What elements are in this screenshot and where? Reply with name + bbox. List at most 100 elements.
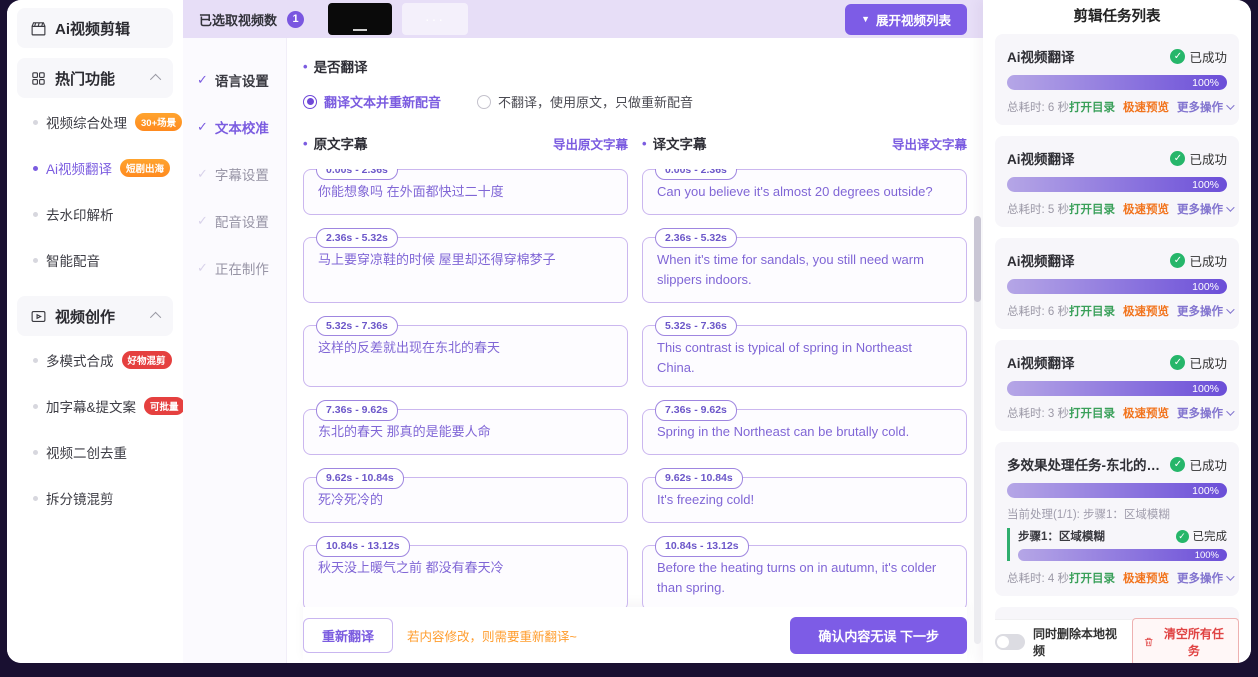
task-name: Ai视频翻译 xyxy=(1007,250,1170,270)
item-label: 去水印解析 xyxy=(46,204,114,224)
subtitle-text: 这样的反差就出现在东北的春天 xyxy=(318,340,500,355)
step-dubbing-settings[interactable]: ✓ 配音设置 xyxy=(197,211,286,231)
steps-rail: ✓ 语言设置 ✓ 文本校准 ✓ 字幕设置 ✓ 配音设置 ✓ 正在制作 xyxy=(183,38,287,663)
sidebar-item-storyboard-mix[interactable]: 拆分镜混剪 xyxy=(17,488,173,508)
retranslate-hint: 若内容修改，则需要重新翻译~ xyxy=(407,626,577,645)
time-range-badge: 7.36s - 9.62s xyxy=(316,400,398,420)
task-list-title: 剪辑任务列表 xyxy=(995,0,1239,34)
more-operations-link[interactable]: 更多操作 xyxy=(1177,99,1232,115)
task-duration: 总耗时: 6 秒 xyxy=(1007,303,1069,319)
time-range-badge: 5.32s - 7.36s xyxy=(655,316,737,336)
source-subtitle-card[interactable]: 2.36s - 5.32s 马上要穿凉鞋的时候 屋里却还得穿棉梦子 xyxy=(303,237,628,303)
step-label: 文本校准 xyxy=(215,117,269,137)
target-subtitle-card[interactable]: 9.62s - 10.84s It's freezing cold! xyxy=(642,477,967,523)
sidebar-group-video-creation[interactable]: 视频创作 xyxy=(17,296,173,336)
task-status: ✓ 已成功 xyxy=(1170,455,1227,474)
success-check-icon: ✓ xyxy=(1176,530,1189,543)
item-dot xyxy=(33,166,38,171)
target-subtitle-card[interactable]: 2.36s - 5.32s When it's time for sandals… xyxy=(642,237,967,303)
chevron-down-icon xyxy=(1226,572,1234,580)
more-operations-link[interactable]: 更多操作 xyxy=(1177,201,1232,217)
sidebar-app-title[interactable]: Ai视频剪辑 xyxy=(17,8,173,48)
subtitle-headers: • 原文字幕 导出原文字幕 • 译文字幕 导出译文字幕 xyxy=(303,133,967,153)
subtitle-scrollbar-thumb[interactable] xyxy=(974,216,981,302)
more-videos-placeholder[interactable]: ··· xyxy=(402,3,468,35)
chevron-down-icon xyxy=(1226,101,1234,109)
source-subtitle-card[interactable]: 5.32s - 7.36s 这样的反差就出现在东北的春天 xyxy=(303,325,628,387)
sidebar-group-hot-functions[interactable]: 热门功能 xyxy=(17,58,173,98)
step-language-settings[interactable]: ✓ 语言设置 xyxy=(197,70,286,90)
step-subtitle-settings[interactable]: ✓ 字幕设置 xyxy=(197,164,286,184)
success-check-icon: ✓ xyxy=(1170,457,1185,472)
radio-no-translate[interactable]: 不翻译，使用原文，只做重新配音 xyxy=(477,92,693,111)
quick-preview-link[interactable]: 极速预览 xyxy=(1123,303,1169,319)
source-subtitle-card[interactable]: 0.00s - 2.36s 你能想象吗 在外面都快过二十度 xyxy=(303,169,628,215)
sidebar-item-watermark-removal[interactable]: 去水印解析 xyxy=(17,204,173,224)
subtitle-text: 秋天没上暖气之前 都没有春天冷 xyxy=(318,560,504,575)
target-subtitle-card[interactable]: 7.36s - 9.62s Spring in the Northeast ca… xyxy=(642,409,967,455)
quick-preview-link[interactable]: 极速预览 xyxy=(1123,570,1169,586)
source-subtitle-card[interactable]: 10.84s - 13.12s 秋天没上暖气之前 都没有春天冷 xyxy=(303,545,628,607)
more-operations-link[interactable]: 更多操作 xyxy=(1177,570,1232,586)
main-area: 已选取视频数 1 ··· ▼ 展开视频列表 ✓ 语言设置 ✓ 文本校准 ✓ xyxy=(183,0,983,663)
sidebar-item-ai-video-translate[interactable]: Ai视频翻译 短剧出海 xyxy=(17,158,173,178)
delete-local-video-label: 同时删除本地视频 xyxy=(1033,625,1124,659)
sidebar-item-add-subtitle-copywriting[interactable]: 加字幕&提文案 可批量 xyxy=(17,396,173,416)
substep-status: ✓ 已完成 xyxy=(1176,528,1228,544)
target-subtitle-card[interactable]: 10.84s - 13.12s Before the heating turns… xyxy=(642,545,967,607)
subtitle-row: 7.36s - 9.62s 东北的春天 那真的是能要人命 7.36s - 9.6… xyxy=(303,409,967,455)
source-subtitle-card[interactable]: 7.36s - 9.62s 东北的春天 那真的是能要人命 xyxy=(303,409,628,455)
step-label: 正在制作 xyxy=(215,258,269,278)
check-icon: ✓ xyxy=(197,166,208,182)
open-directory-link[interactable]: 打开目录 xyxy=(1069,303,1115,319)
group-label: 视频创作 xyxy=(55,306,115,327)
clear-all-tasks-button[interactable]: 清空所有任务 xyxy=(1132,618,1239,664)
item-dot xyxy=(33,358,38,363)
source-subtitle-card[interactable]: 9.62s - 10.84s 死冷死冷的 xyxy=(303,477,628,523)
expand-video-list-button[interactable]: ▼ 展开视频列表 xyxy=(845,4,967,35)
step-text-proofread[interactable]: ✓ 文本校准 xyxy=(197,117,286,137)
target-subtitle-card[interactable]: 5.32s - 7.36s This contrast is typical o… xyxy=(642,325,967,387)
task-name: Ai视频翻译 xyxy=(1007,46,1170,66)
quick-preview-link[interactable]: 极速预览 xyxy=(1123,405,1169,421)
item-badge: 30+场景 xyxy=(135,113,182,131)
time-range-badge: 10.84s - 13.12s xyxy=(316,536,410,556)
delete-local-video-toggle[interactable] xyxy=(995,634,1025,650)
open-directory-link[interactable]: 打开目录 xyxy=(1069,570,1115,586)
sidebar: Ai视频剪辑 热门功能 视频综合处理 30+场景 Ai视频翻译 短剧出海 去水印… xyxy=(7,0,183,663)
sidebar-item-video-dedup[interactable]: 视频二创去重 xyxy=(17,442,173,462)
retranslate-button[interactable]: 重新翻译 xyxy=(303,618,393,653)
subtitle-row: 2.36s - 5.32s 马上要穿凉鞋的时候 屋里却还得穿棉梦子 2.36s … xyxy=(303,237,967,303)
subtitle-row: 5.32s - 7.36s 这样的反差就出现在东北的春天 5.32s - 7.3… xyxy=(303,325,967,387)
target-subtitle-card[interactable]: 0.00s - 2.36s Can you believe it's almos… xyxy=(642,169,967,215)
open-directory-link[interactable]: 打开目录 xyxy=(1069,99,1115,115)
export-target-link[interactable]: 导出译文字幕 xyxy=(892,134,967,153)
task-card-multi-effect: 多效果处理任务-东北的春天... ✓ 已成功 100% 当前处理(1/1): 步… xyxy=(995,442,1239,596)
time-range-badge: 10.84s - 13.12s xyxy=(655,536,749,556)
more-operations-link[interactable]: 更多操作 xyxy=(1177,405,1232,421)
subtitle-text: 东北的春天 那真的是能要人命 xyxy=(318,424,491,439)
task-duration: 总耗时: 5 秒 xyxy=(1007,201,1069,217)
quick-preview-link[interactable]: 极速预览 xyxy=(1123,201,1169,217)
export-source-link[interactable]: 导出原文字幕 xyxy=(553,134,628,153)
more-operations-link[interactable]: 更多操作 xyxy=(1177,303,1232,319)
task-status-label: 已成功 xyxy=(1189,353,1227,372)
sidebar-item-video-processing[interactable]: 视频综合处理 30+场景 xyxy=(17,112,173,132)
open-directory-link[interactable]: 打开目录 xyxy=(1069,201,1115,217)
sidebar-item-smart-dubbing[interactable]: 智能配音 xyxy=(17,250,173,270)
task-substep: 步骤1：区域模糊 ✓ 已完成 100% xyxy=(1007,528,1227,561)
video-thumbnail[interactable] xyxy=(328,3,392,35)
item-label: 视频综合处理 xyxy=(46,112,127,132)
step-producing[interactable]: ✓ 正在制作 xyxy=(197,258,286,278)
item-dot xyxy=(33,212,38,217)
step-label: 配音设置 xyxy=(215,211,269,231)
confirm-next-step-button[interactable]: 确认内容无误 下一步 xyxy=(790,617,967,654)
sidebar-item-multi-mode-compose[interactable]: 多模式合成 好物混剪 xyxy=(17,350,173,370)
task-status: ✓ 已成功 xyxy=(1170,353,1227,372)
group-label: 热门功能 xyxy=(55,68,115,89)
quick-preview-link[interactable]: 极速预览 xyxy=(1123,99,1169,115)
radio-translate-and-redub[interactable]: 翻译文本并重新配音 xyxy=(303,92,441,111)
success-check-icon: ✓ xyxy=(1170,49,1185,64)
source-header-label: 原文字幕 xyxy=(314,133,368,153)
open-directory-link[interactable]: 打开目录 xyxy=(1069,405,1115,421)
